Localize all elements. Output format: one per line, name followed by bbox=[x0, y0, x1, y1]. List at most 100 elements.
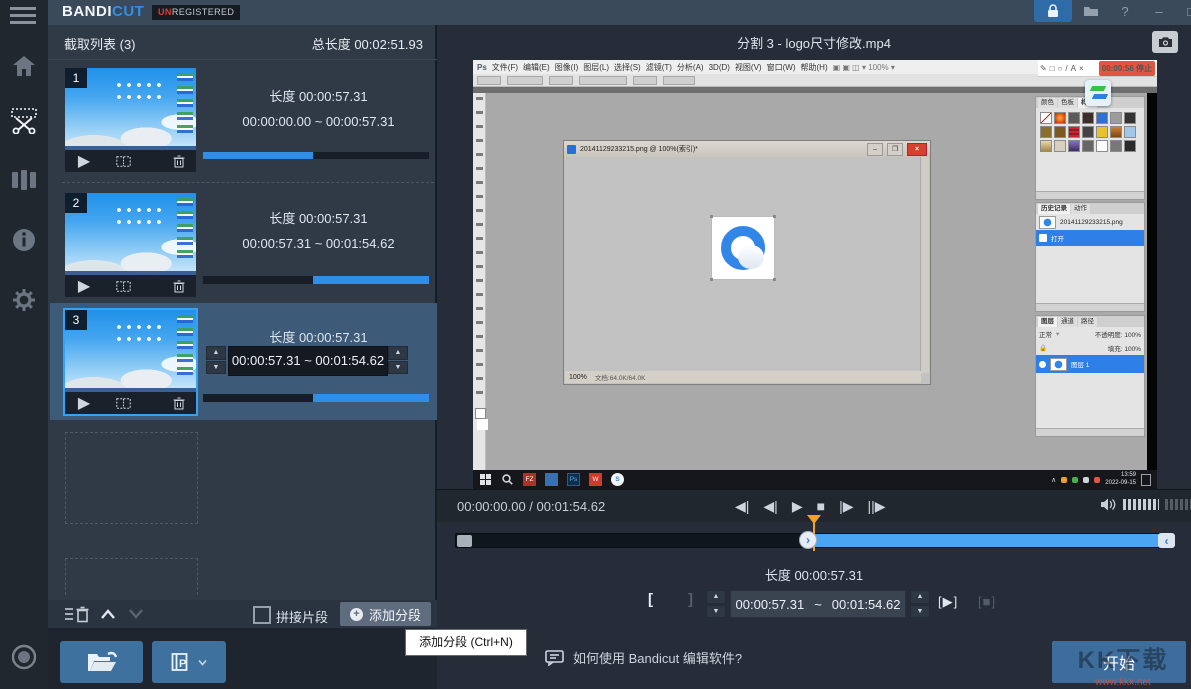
move-down-icon[interactable] bbox=[128, 608, 144, 620]
register-lock-button[interactable] bbox=[1034, 0, 1072, 22]
snapshot-camera-button[interactable] bbox=[1152, 31, 1178, 53]
segment-start-spinner[interactable]: ▲▼ bbox=[706, 590, 726, 618]
clip3-frames-icon[interactable] bbox=[103, 398, 143, 409]
playhead-marker[interactable] bbox=[807, 515, 821, 524]
start-icon bbox=[479, 473, 492, 486]
add-segment-button[interactable]: + 添加分段 bbox=[340, 602, 431, 626]
search-icon bbox=[501, 473, 514, 486]
clip1-progress bbox=[203, 152, 429, 159]
open-file-button[interactable] bbox=[60, 641, 143, 683]
clip3-play-button[interactable]: ▶ bbox=[65, 393, 103, 413]
clip3-end-spinner[interactable]: ▲▼ bbox=[388, 346, 408, 374]
browser-icon: S bbox=[611, 473, 624, 486]
cut-tool-icon[interactable] bbox=[10, 106, 38, 134]
clip3-start-spinner[interactable]: ▲▼ bbox=[206, 346, 226, 374]
clip2-number: 2 bbox=[65, 193, 87, 213]
start-button[interactable]: 开始 bbox=[1052, 641, 1186, 683]
timeline-left-handle[interactable] bbox=[457, 535, 472, 547]
home-icon[interactable] bbox=[10, 52, 38, 80]
empty-clip-placeholder bbox=[65, 432, 198, 524]
recording-timer-badge: 00:00:56 停止 bbox=[1099, 61, 1155, 76]
video-title: 分割 3 - logo尺寸修改.mp4 bbox=[437, 25, 1191, 60]
stop-button[interactable]: ■ bbox=[817, 498, 825, 514]
presets-button[interactable]: P bbox=[152, 641, 226, 683]
next-segment-button[interactable]: ||▶ bbox=[867, 498, 885, 515]
record-icon[interactable] bbox=[10, 643, 38, 671]
letterbox bbox=[1147, 93, 1157, 470]
photoshop-taskbar-icon: Ps bbox=[567, 473, 580, 486]
layer-thumbnail bbox=[1050, 358, 1067, 371]
mark-out-button[interactable]: ] bbox=[688, 591, 693, 608]
left-sidebar bbox=[0, 0, 48, 689]
help-link[interactable]: 如何使用 Bandicut 编辑软件? bbox=[545, 648, 742, 667]
ps-styles-panel: 颜色色板样式 bbox=[1035, 96, 1145, 200]
wps-icon: W bbox=[589, 473, 602, 486]
clip1-play-button[interactable]: ▶ bbox=[65, 151, 103, 171]
screen-capture-app-icon bbox=[1085, 80, 1111, 106]
doc-close-button: × bbox=[907, 143, 927, 156]
volume-control[interactable] bbox=[1100, 497, 1191, 512]
selection-end-handle[interactable]: ‹ bbox=[1158, 533, 1175, 548]
segment-range-field[interactable]: 00:00:57.31~00:01:54.62 bbox=[730, 590, 906, 618]
selected-layer-row: 图层 1 bbox=[1036, 355, 1144, 373]
clip2-play-button[interactable]: ▶ bbox=[65, 276, 103, 296]
clear-list-icon[interactable] bbox=[64, 606, 90, 623]
settings-gear-icon[interactable] bbox=[10, 286, 38, 314]
clip-list-title: 截取列表 (3) bbox=[64, 34, 136, 53]
minimize-button[interactable]: – bbox=[1144, 0, 1174, 22]
frame-back-button[interactable]: ◀| bbox=[763, 498, 777, 515]
style-swatches bbox=[1036, 108, 1144, 156]
separator bbox=[62, 182, 434, 183]
clip3-number: 3 bbox=[65, 310, 87, 330]
clip2-controls: ▶ bbox=[65, 275, 196, 297]
line-icon: / bbox=[1065, 64, 1067, 73]
maximize-button[interactable]: □ bbox=[1176, 0, 1191, 22]
clip3-progress bbox=[203, 394, 429, 402]
app-logo: BANDICUT bbox=[62, 3, 144, 20]
ps-layers-panel: 图层通道路径 正常▾不透明度: 100% 🔒填充: 100% 图层 1 bbox=[1035, 315, 1145, 437]
doc-restore-button: ❐ bbox=[887, 143, 903, 156]
circle-icon: ○ bbox=[1058, 64, 1063, 73]
clip2-delete-icon[interactable] bbox=[162, 280, 196, 293]
clip2-progress bbox=[203, 276, 429, 284]
history-file-row: 20141129233215.png bbox=[1036, 214, 1144, 230]
segment-length-label: 长度 00:00:57.31 bbox=[437, 565, 1191, 584]
volume-meter-filled bbox=[1123, 499, 1159, 510]
video-preview[interactable]: Ps 文件(F)编辑(E)图像(I) 图层(L)选择(S)滤镜(T) 分析(A)… bbox=[473, 60, 1157, 489]
chevron-down-icon bbox=[198, 659, 207, 666]
clip1-delete-icon[interactable] bbox=[162, 155, 196, 168]
clip2-frames-icon[interactable] bbox=[103, 281, 143, 292]
play-segment-button[interactable]: [▶] bbox=[938, 594, 958, 610]
volume-meter-empty bbox=[1165, 499, 1191, 510]
clip3-delete-icon[interactable] bbox=[162, 397, 196, 410]
hamburger-menu-icon[interactable] bbox=[10, 7, 36, 24]
clip1-frames-icon[interactable] bbox=[103, 156, 143, 167]
stop-segment-button[interactable]: [■] bbox=[978, 594, 996, 609]
move-up-icon[interactable] bbox=[100, 608, 116, 620]
png-file-icon bbox=[567, 145, 576, 154]
clip3-range-field[interactable]: 00:00:57.31 ~ 00:01:54.62 bbox=[228, 346, 388, 376]
screen-recorder-toolbar: ✎□○ /A× 00:00:56 停止 bbox=[1038, 60, 1157, 77]
timeline-selection[interactable] bbox=[808, 534, 1160, 547]
bandicut-window: BANDICUT UNREGISTERED ? – □ × 截取列表 (3) 总… bbox=[0, 0, 1191, 689]
segment-end-spinner[interactable]: ▲▼ bbox=[910, 590, 930, 618]
play-button[interactable]: ▶ bbox=[792, 498, 803, 515]
prev-segment-button[interactable]: ◀| bbox=[735, 498, 749, 515]
selection-start-handle[interactable]: › bbox=[799, 531, 817, 549]
filezilla-icon: FZ bbox=[523, 473, 536, 486]
clip1-length: 长度 00:00:57.31 bbox=[200, 86, 437, 105]
add-segment-tooltip: 添加分段 (Ctrl+N) bbox=[405, 629, 527, 656]
history-thumbnail bbox=[1039, 216, 1056, 229]
join-tool-icon[interactable] bbox=[10, 166, 38, 194]
info-icon[interactable] bbox=[10, 226, 38, 254]
clip2-range: 00:00:57.31 ~ 00:01:54.62 bbox=[200, 236, 437, 251]
app-icon bbox=[545, 473, 558, 486]
help-button[interactable]: ? bbox=[1110, 0, 1140, 22]
ps-history-panel: 历史记录动作 20141129233215.png 打开 bbox=[1035, 202, 1145, 312]
text-icon: A bbox=[1071, 64, 1076, 73]
frame-forward-button[interactable]: |▶ bbox=[839, 498, 853, 515]
merge-checkbox[interactable] bbox=[253, 606, 271, 624]
mark-in-button[interactable]: [ bbox=[648, 591, 653, 608]
open-folder-title-icon[interactable] bbox=[1076, 0, 1106, 22]
merge-checkbox-label[interactable]: 拼接片段 bbox=[276, 607, 328, 626]
